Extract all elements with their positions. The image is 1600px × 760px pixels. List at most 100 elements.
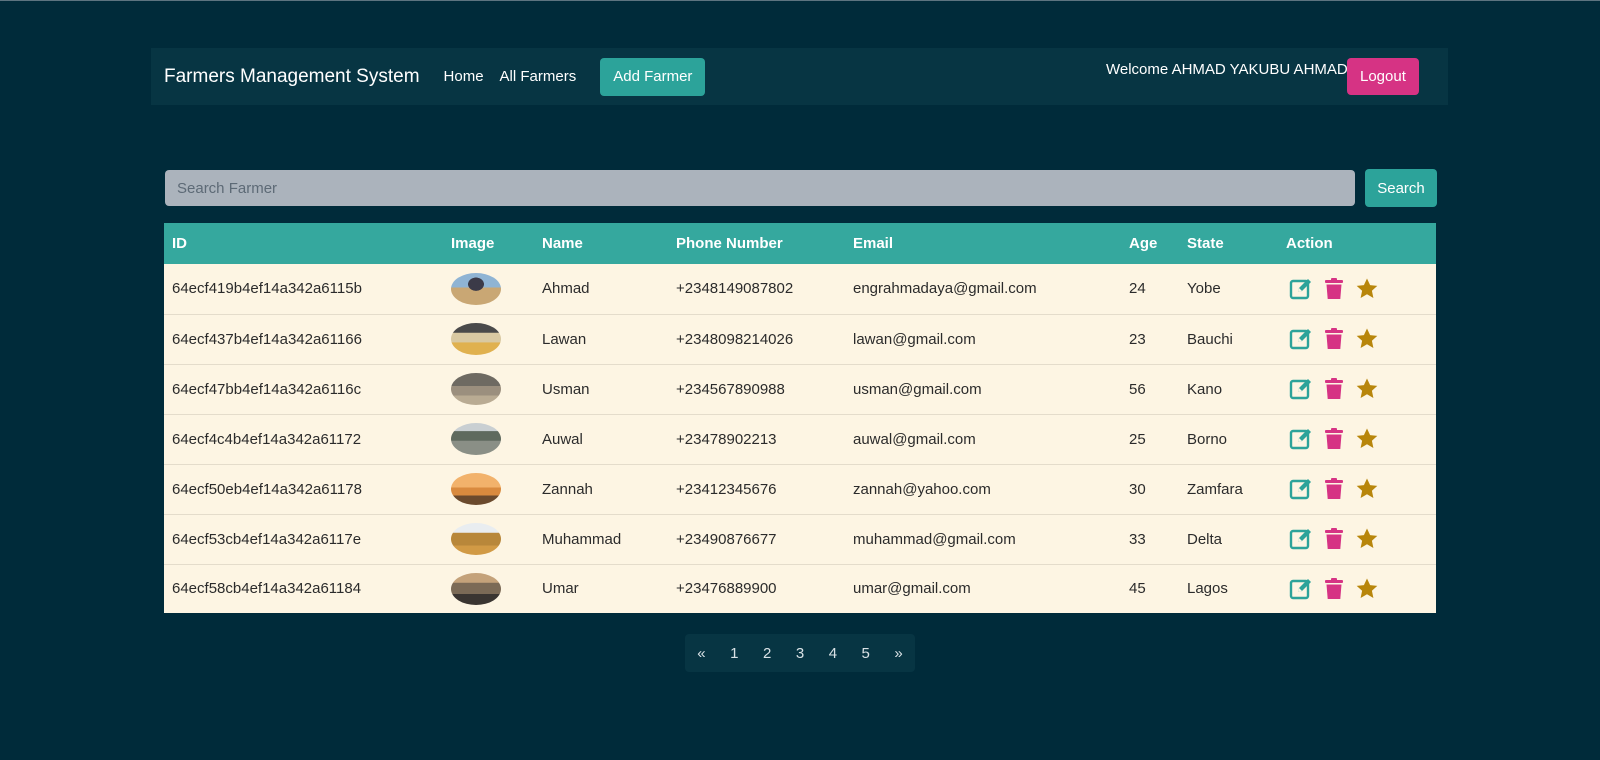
cell-state: Delta xyxy=(1187,530,1223,548)
search-bar: Search xyxy=(165,169,1437,207)
cell-age: 33 xyxy=(1129,530,1146,548)
column-header-id: ID xyxy=(172,235,187,252)
cell-email: auwal@gmail.com xyxy=(853,430,976,448)
cell-image xyxy=(443,414,534,464)
cell-name: Usman xyxy=(542,380,590,398)
top-border-line xyxy=(0,0,1600,1)
edit-icon[interactable] xyxy=(1289,277,1313,301)
add-farmer-button[interactable]: Add Farmer xyxy=(600,57,706,96)
star-icon[interactable] xyxy=(1355,527,1379,551)
trash-icon[interactable] xyxy=(1322,477,1346,501)
farmer-photo xyxy=(451,473,501,505)
cell-phone: +23476889900 xyxy=(676,580,777,598)
cell-phone: +2348098214026 xyxy=(676,330,794,348)
pagination-prev[interactable]: « xyxy=(685,645,718,662)
edit-icon[interactable] xyxy=(1289,327,1313,351)
cell-email: umar@gmail.com xyxy=(853,580,971,598)
farmer-photo xyxy=(451,423,501,455)
cell-phone: +23478902213 xyxy=(676,430,777,448)
brand-title[interactable]: Farmers Management System xyxy=(164,66,420,88)
cell-name: Lawan xyxy=(542,330,587,348)
table-row: 64ecf419b4ef14a342a6115b Ahmad +2348149087… xyxy=(164,264,1436,314)
cell-id: 64ecf4c4b4ef14a342a61172 xyxy=(172,430,362,448)
cell-actions xyxy=(1278,514,1436,564)
cell-id: 64ecf419b4ef14a342a6115b xyxy=(172,280,362,298)
cell-phone: +234567890988 xyxy=(676,380,785,398)
star-icon[interactable] xyxy=(1355,427,1379,451)
cell-actions xyxy=(1278,564,1436,613)
farmers-table: ID Image Name Phone Number Email Age Sta… xyxy=(164,223,1436,613)
row-actions xyxy=(1286,577,1436,601)
row-actions xyxy=(1286,377,1436,401)
nav-link-home[interactable]: Home xyxy=(444,68,484,85)
trash-icon[interactable] xyxy=(1322,427,1346,451)
pagination-next[interactable]: » xyxy=(882,645,915,662)
farmer-photo xyxy=(451,323,501,355)
cell-email: zannah@yahoo.com xyxy=(853,480,991,498)
cell-image xyxy=(443,464,534,514)
edit-icon[interactable] xyxy=(1289,477,1313,501)
cell-image xyxy=(443,314,534,364)
cell-actions xyxy=(1278,264,1436,314)
row-actions xyxy=(1286,477,1436,501)
edit-icon[interactable] xyxy=(1289,577,1313,601)
cell-id: 64ecf437b4ef14a342a61166 xyxy=(172,330,362,348)
trash-icon[interactable] xyxy=(1322,277,1346,301)
farmer-photo xyxy=(451,572,501,605)
cell-state: Kano xyxy=(1187,380,1223,398)
pagination: «1 2 3 4 5» xyxy=(685,634,915,672)
row-actions xyxy=(1286,327,1436,351)
cell-email: muhammad@gmail.com xyxy=(853,530,1016,548)
cell-phone: +23490876677 xyxy=(676,530,777,548)
pagination-page-3[interactable]: 3 xyxy=(784,645,817,662)
cell-state: Lagos xyxy=(1187,580,1228,598)
navbar: Farmers Management System Home All Farme… xyxy=(151,48,1448,105)
nav-link-all-farmers[interactable]: All Farmers xyxy=(500,68,577,85)
cell-age: 25 xyxy=(1129,430,1146,448)
cell-age: 30 xyxy=(1129,480,1146,498)
table-row: 64ecf4c4b4ef14a342a61172 Auwal +2347890221… xyxy=(164,414,1436,464)
star-icon[interactable] xyxy=(1355,577,1379,601)
star-icon[interactable] xyxy=(1355,377,1379,401)
column-header-action: Action xyxy=(1286,235,1333,252)
cell-name: Auwal xyxy=(542,430,583,448)
star-icon[interactable] xyxy=(1355,477,1379,501)
cell-name: Muhammad xyxy=(542,530,622,548)
edit-icon[interactable] xyxy=(1289,527,1313,551)
pagination-page-4[interactable]: 4 xyxy=(816,645,849,662)
search-button[interactable]: Search xyxy=(1365,169,1437,207)
table-row: 64ecf53cb4ef14a342a6117e Muhammad +2349087… xyxy=(164,514,1436,564)
cell-state: Zamfara xyxy=(1187,480,1243,498)
farmer-photo xyxy=(451,272,501,305)
table-row: 64ecf47bb4ef14a342a6116c Usman +2345678909… xyxy=(164,364,1436,414)
edit-icon[interactable] xyxy=(1289,427,1313,451)
row-actions xyxy=(1286,527,1436,551)
cell-actions xyxy=(1278,314,1436,364)
star-icon[interactable] xyxy=(1355,277,1379,301)
trash-icon[interactable] xyxy=(1322,527,1346,551)
pagination-page-2[interactable]: 2 xyxy=(751,645,784,662)
cell-id: 64ecf47bb4ef14a342a6116c xyxy=(172,380,362,398)
cell-age: 23 xyxy=(1129,330,1146,348)
star-icon[interactable] xyxy=(1355,327,1379,351)
table-row: 64ecf58cb4ef14a342a61184 Umar +23476889900… xyxy=(164,564,1436,613)
trash-icon[interactable] xyxy=(1322,377,1346,401)
farmer-photo xyxy=(451,373,501,405)
logout-button[interactable]: Logout xyxy=(1347,58,1419,95)
cell-age: 45 xyxy=(1129,580,1146,598)
search-input[interactable] xyxy=(165,170,1355,206)
edit-icon[interactable] xyxy=(1289,377,1313,401)
pagination-page-5[interactable]: 5 xyxy=(849,645,882,662)
trash-icon[interactable] xyxy=(1322,327,1346,351)
cell-actions xyxy=(1278,364,1436,414)
cell-actions xyxy=(1278,414,1436,464)
cell-phone: +23412345676 xyxy=(676,480,777,498)
table-body: 64ecf419b4ef14a342a6115b Ahmad +2348149087… xyxy=(164,264,1436,613)
row-actions xyxy=(1286,427,1436,451)
cell-image xyxy=(443,264,534,314)
trash-icon[interactable] xyxy=(1322,577,1346,601)
row-actions xyxy=(1286,277,1436,301)
pagination-page-1[interactable]: 1 xyxy=(718,645,751,662)
column-header-age: Age xyxy=(1129,235,1158,252)
welcome-text: Welcome AHMAD YAKUBU AHMAD xyxy=(1106,61,1348,78)
